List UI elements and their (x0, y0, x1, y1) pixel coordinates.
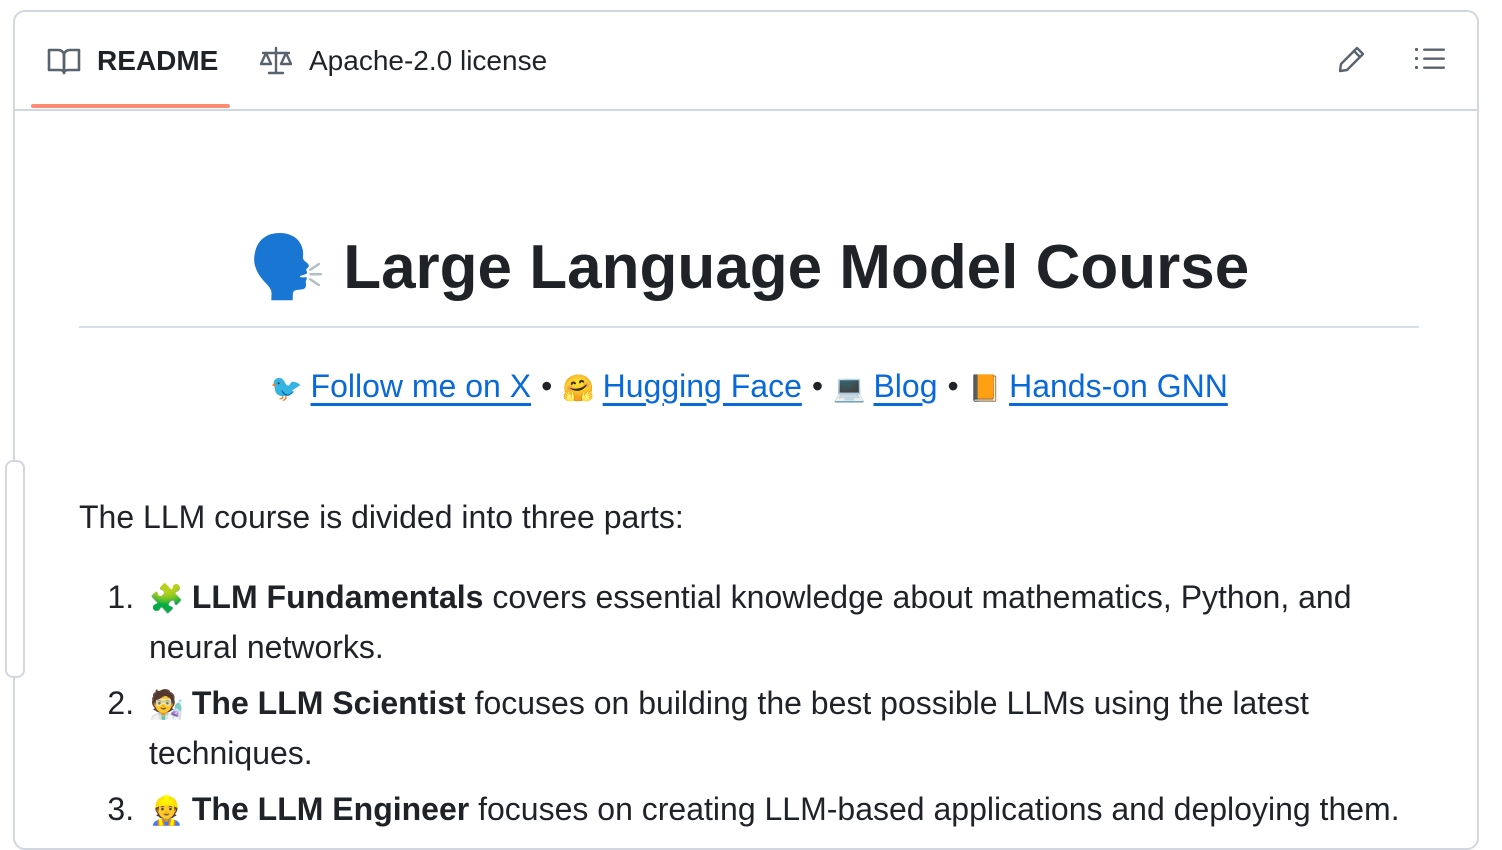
edit-button[interactable] (1331, 40, 1373, 82)
readme-header: README Apache-2.0 license (15, 12, 1477, 111)
part-title: The LLM Scientist (191, 685, 466, 721)
readme-panel: README Apache-2.0 license 🗣️ Large Langu… (5, 10, 1479, 850)
tab-readme[interactable]: README (31, 12, 234, 109)
course-parts-list: 🧩LLM Fundamentals covers essential knowl… (79, 573, 1419, 835)
tab-license-label: Apache-2.0 license (309, 44, 548, 76)
separator: • (947, 368, 959, 404)
tab-readme-label: README (97, 44, 219, 76)
readme-title: 🗣️ Large Language Model Course (79, 229, 1419, 328)
construction-worker-icon: 👷 (149, 794, 184, 827)
book-icon (47, 46, 81, 76)
link-blog[interactable]: Blog (873, 368, 937, 404)
readme-content: 🗣️ Large Language Model Course 🐦 Follow m… (79, 111, 1419, 843)
social-links: 🐦 Follow me on X • 🤗 Hugging Face • 💻 Blog • 📙 Han… (79, 362, 1419, 413)
part-title: LLM Fundamentals (191, 579, 484, 615)
book-orange-icon: 📙 (968, 374, 1002, 404)
separator: • (541, 368, 553, 404)
list-item: 🧩LLM Fundamentals covers essential knowl… (143, 573, 1419, 671)
scale-balance-icon (259, 46, 293, 76)
part-description: focuses on creating LLM-based applicatio… (469, 791, 1400, 827)
outline-button[interactable] (1409, 40, 1451, 82)
puzzle-icon: 🧩 (149, 582, 184, 615)
part-title: The LLM Engineer (191, 791, 470, 827)
list-item: 👷The LLM Engineer focuses on creating LL… (143, 785, 1419, 835)
intro-paragraph: The LLM course is divided into three par… (79, 499, 684, 535)
readme-title-text: Large Language Model Course (343, 233, 1250, 302)
pencil-icon (1337, 44, 1367, 79)
bird-icon: 🐦 (270, 374, 303, 404)
speaking-head-icon: 🗣️ (248, 230, 326, 303)
scientist-icon: 🧑‍🔬 (149, 688, 184, 721)
laptop-icon: 💻 (833, 374, 866, 404)
list-item: 🧑‍🔬The LLM Scientist focuses on building… (143, 679, 1419, 777)
list-icon (1414, 45, 1446, 78)
link-hands-on-gnn[interactable]: Hands-on GNN (1009, 368, 1228, 404)
link-follow-x[interactable]: Follow me on X (311, 368, 532, 404)
link-hugging-face[interactable]: Hugging Face (603, 368, 802, 404)
hugging-face-icon: 🤗 (562, 374, 595, 404)
active-tab-indicator (31, 104, 230, 108)
separator: • (811, 368, 824, 404)
tab-license[interactable]: Apache-2.0 license (245, 12, 561, 109)
side-panel-handle[interactable] (5, 460, 25, 678)
